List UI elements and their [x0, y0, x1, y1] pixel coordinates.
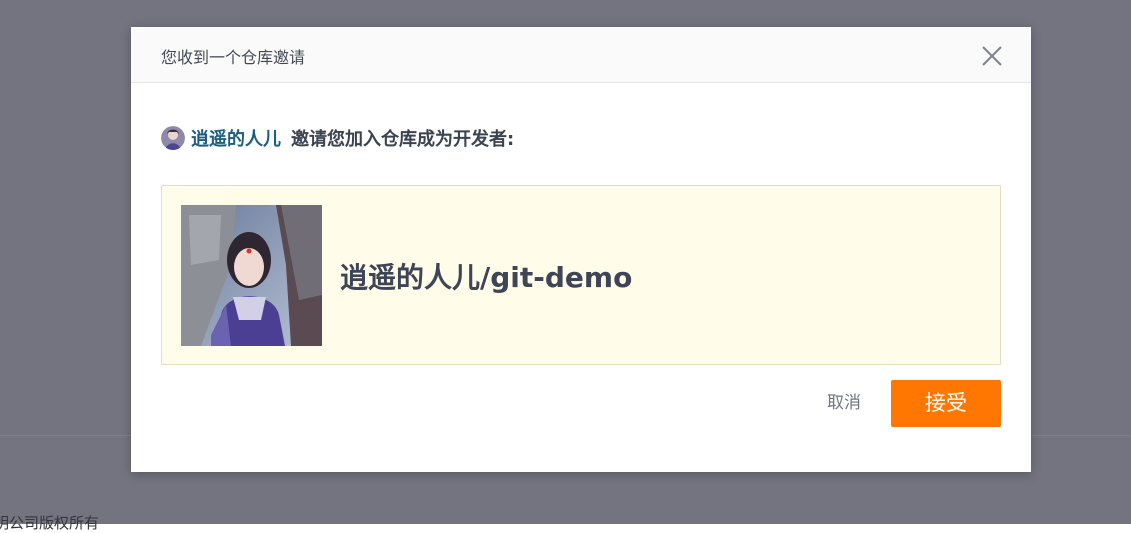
inviter-avatar — [161, 126, 185, 150]
close-icon[interactable] — [980, 44, 1004, 68]
background-footer-copyright: 明公司版权所有 — [0, 514, 100, 532]
repo-avatar-image — [181, 205, 322, 346]
dialog-title: 您收到一个仓库邀请 — [161, 48, 306, 67]
accept-button[interactable]: 接受 — [891, 380, 1001, 427]
invitation-message: 逍遥的人儿 邀请您加入仓库成为开发者: — [161, 125, 514, 151]
inviter-name-link[interactable]: 逍遥的人儿 — [191, 125, 281, 151]
repo-full-name: 逍遥的人儿/git-demo — [340, 261, 633, 294]
dialog-header: 您收到一个仓库邀请 — [131, 27, 1031, 83]
repo-invitation-dialog: 您收到一个仓库邀请 逍遥的人儿 邀请您加入仓库成为开发者: 逍遥的人儿/git-… — [131, 27, 1031, 472]
invite-text: 邀请您加入仓库成为开发者: — [291, 129, 515, 150]
cancel-button[interactable]: 取消 — [815, 380, 873, 426]
repo-card: 逍遥的人儿/git-demo — [161, 185, 1001, 365]
